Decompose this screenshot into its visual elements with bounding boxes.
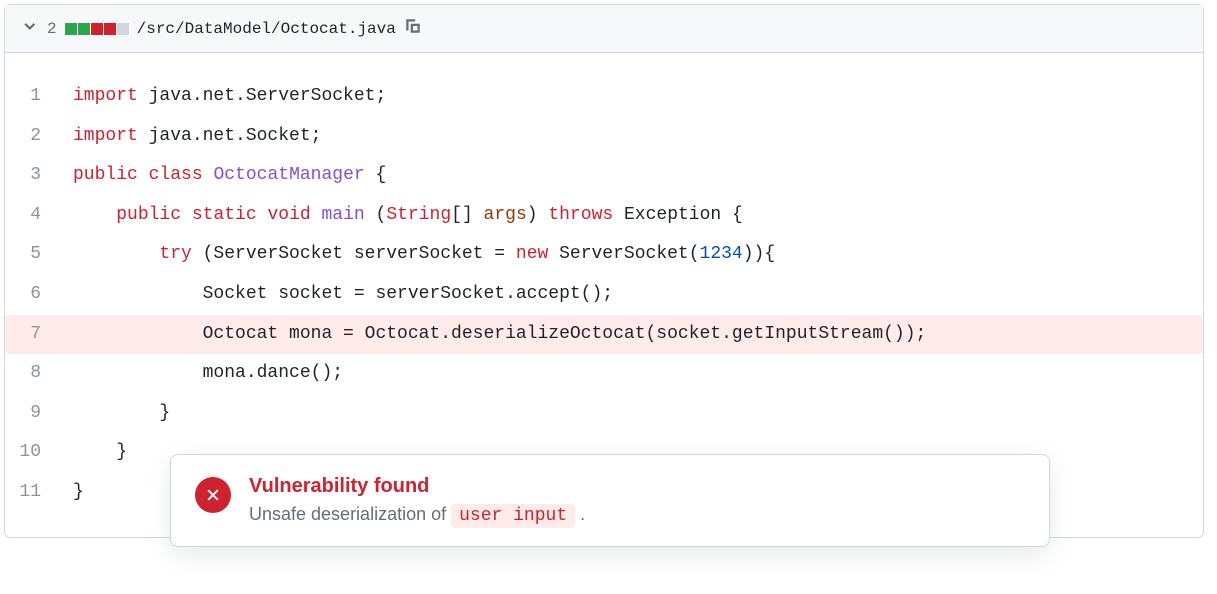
code-line[interactable]: 4 public static void main (String[] args… bbox=[5, 196, 1203, 236]
line-number: 3 bbox=[5, 156, 65, 196]
vuln-desc-code: user input bbox=[451, 504, 575, 528]
line-content: import java.net.Socket; bbox=[65, 117, 1203, 157]
vulnerability-description: Unsafe deserialization of user input . bbox=[249, 504, 585, 526]
line-number: 9 bbox=[5, 394, 65, 434]
error-icon bbox=[195, 477, 231, 513]
diff-header[interactable]: 2 /src/DataModel/Octocat.java bbox=[5, 5, 1203, 53]
diff-added-square bbox=[65, 23, 77, 35]
line-number: 8 bbox=[5, 354, 65, 394]
diff-stat-squares bbox=[65, 23, 129, 35]
diff-removed-square bbox=[104, 23, 116, 35]
vulnerability-popup: Vulnerability found Unsafe deserializati… bbox=[170, 454, 1050, 547]
line-content: Octocat mona = Octocat.deserializeOctoca… bbox=[65, 315, 1203, 355]
code-line[interactable]: 2import java.net.Socket; bbox=[5, 117, 1203, 157]
line-number: 7 bbox=[5, 315, 65, 355]
line-number: 4 bbox=[5, 196, 65, 236]
vuln-desc-suffix: . bbox=[580, 504, 585, 524]
diff-count: 2 bbox=[47, 20, 57, 38]
file-path[interactable]: /src/DataModel/Octocat.java bbox=[137, 20, 396, 38]
diff-removed-square bbox=[91, 23, 103, 35]
vulnerability-content: Vulnerability found Unsafe deserializati… bbox=[249, 475, 585, 526]
line-number: 6 bbox=[5, 275, 65, 315]
line-number: 5 bbox=[5, 235, 65, 275]
diff-added-square bbox=[78, 23, 90, 35]
line-content: } bbox=[65, 394, 1203, 434]
code-line[interactable]: 1import java.net.ServerSocket; bbox=[5, 77, 1203, 117]
copy-icon[interactable] bbox=[404, 17, 422, 40]
line-number: 11 bbox=[5, 473, 65, 513]
code-line[interactable]: 3public class OctocatManager { bbox=[5, 156, 1203, 196]
chevron-down-icon[interactable] bbox=[21, 17, 39, 40]
line-content: Socket socket = serverSocket.accept(); bbox=[65, 275, 1203, 315]
line-content: try (ServerSocket serverSocket = new Ser… bbox=[65, 235, 1203, 275]
code-line[interactable]: 7 Octocat mona = Octocat.deserializeOcto… bbox=[5, 315, 1203, 355]
code-line[interactable]: 5 try (ServerSocket serverSocket = new S… bbox=[5, 235, 1203, 275]
vuln-desc-prefix: Unsafe deserialization of bbox=[249, 504, 451, 524]
vulnerability-title: Vulnerability found bbox=[249, 475, 585, 498]
line-number: 2 bbox=[5, 117, 65, 157]
line-content: public static void main (String[] args) … bbox=[65, 196, 1203, 236]
code-line[interactable]: 8 mona.dance(); bbox=[5, 354, 1203, 394]
line-content: public class OctocatManager { bbox=[65, 156, 1203, 196]
line-content: mona.dance(); bbox=[65, 354, 1203, 394]
code-line[interactable]: 6 Socket socket = serverSocket.accept(); bbox=[5, 275, 1203, 315]
line-number: 10 bbox=[5, 433, 65, 473]
diff-neutral-square bbox=[117, 23, 129, 35]
code-line[interactable]: 9 } bbox=[5, 394, 1203, 434]
line-content: import java.net.ServerSocket; bbox=[65, 77, 1203, 117]
line-number: 1 bbox=[5, 77, 65, 117]
